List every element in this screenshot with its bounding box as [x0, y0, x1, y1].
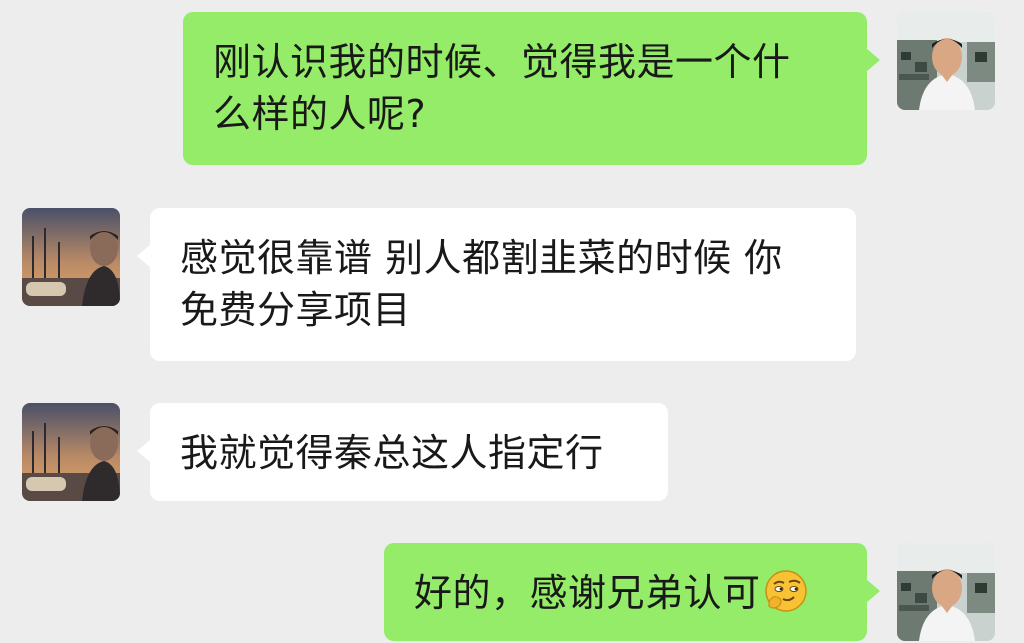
message-text-line: 么样的人呢? [213, 92, 427, 136]
my-avatar[interactable] [897, 543, 995, 641]
message-text: 好的，感谢兄弟认可 [414, 571, 761, 615]
chat-window: 刚认识我的时候、觉得我是一个什 么样的人呢? 感觉很靠谱 别人都割韭菜的时候 你… [0, 0, 1024, 643]
message-text-line: 刚认识我的时候、觉得我是一个什 [213, 40, 791, 84]
avatar-photo-sunset [22, 403, 120, 501]
message-text-line: 感觉很靠谱 别人都割韭菜的时候 你 [180, 236, 783, 280]
avatar-photo-classroom [897, 12, 995, 110]
my-avatar[interactable] [897, 12, 995, 110]
contact-avatar[interactable] [22, 208, 120, 306]
contact-avatar[interactable] [22, 403, 120, 501]
message-bubble-received[interactable]: 我就觉得秦总这人指定行 [137, 403, 668, 501]
avatar-photo-sunset [22, 208, 120, 306]
smirk-hand-on-chin-emoji [763, 568, 809, 614]
message-bubble-sent[interactable]: 好的，感谢兄弟认可 [384, 543, 880, 641]
message-text-line: 我就觉得秦总这人指定行 [180, 431, 604, 475]
message-text-line: 好的，感谢兄弟认可 [414, 567, 837, 619]
message-bubble-sent[interactable]: 刚认识我的时候、觉得我是一个什 么样的人呢? [183, 12, 880, 165]
message-text-line: 免费分享项目 [180, 288, 412, 332]
message-bubble-received[interactable]: 感觉很靠谱 别人都割韭菜的时候 你 免费分享项目 [137, 208, 856, 361]
avatar-photo-classroom [897, 543, 995, 641]
